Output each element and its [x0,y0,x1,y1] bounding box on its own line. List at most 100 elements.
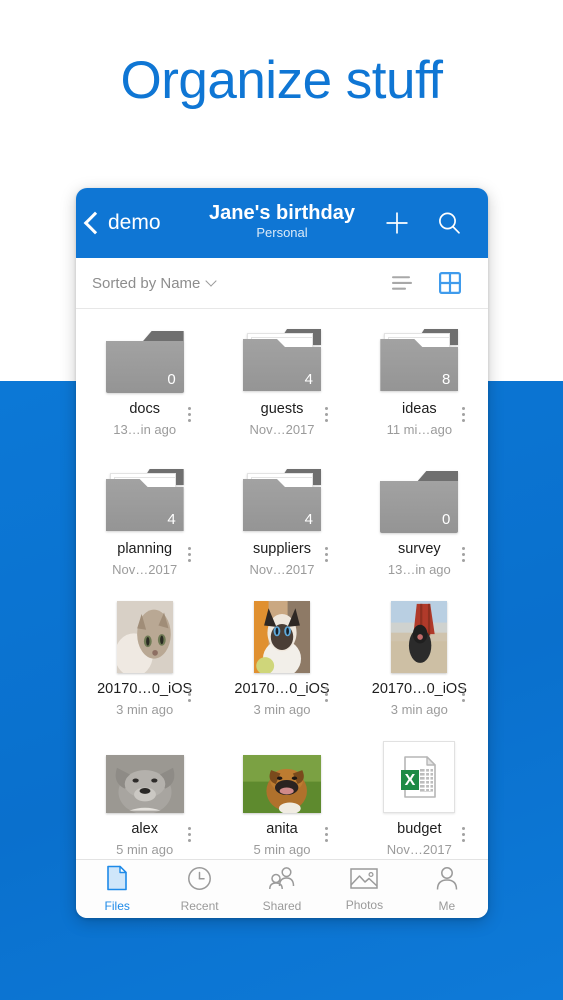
item-thumbnail: 0 [380,455,459,533]
item-date: 13…in ago [113,422,177,437]
person-icon [435,866,459,896]
kebab-menu-icon[interactable] [181,401,197,427]
grid-item-photo-wide[interactable]: alex 5 min ago [76,735,213,859]
item-date: 3 min ago [390,702,448,717]
folder-icon: 0 [380,469,459,533]
svg-text:X: X [405,772,416,789]
folder-item-count: 8 [441,371,451,388]
item-date: Nov…2017 [386,842,452,857]
folder-icon: 8 [380,329,459,393]
item-name: 20170…0_iOS [371,681,467,697]
kebab-menu-icon[interactable] [181,541,197,567]
grid-item-photo[interactable]: 20170…0_iOS 3 min ago [351,595,488,735]
item-name: anita [266,821,298,837]
folder-item-count: 4 [304,511,313,528]
folder-body: 0 [105,341,184,393]
item-date: 5 min ago [253,842,311,857]
tab-label: Recent [180,898,219,913]
header-actions [384,210,462,236]
back-button-label: demo [108,211,161,234]
tab-label: Me [438,898,456,913]
kebab-menu-icon[interactable] [456,681,472,707]
kebab-menu-icon[interactable] [319,401,335,427]
grid-item-photo[interactable]: 20170…0_iOS 3 min ago [213,595,350,735]
grid-item-excel[interactable]: Xbudget Nov…2017 [351,735,488,859]
folder-icon: 4 [242,469,321,533]
grid-item-folder[interactable]: 8 ideas 11 mi…ago [351,315,488,455]
sort-dropdown-label: Sorted by Name [92,274,201,292]
item-name: budget [397,821,442,837]
folder-body: 0 [380,481,459,533]
search-icon[interactable] [436,210,462,236]
item-thumbnail [116,595,173,673]
tab-recent[interactable]: Recent [158,866,240,913]
grid-item-folder[interactable]: 4 planning Nov…2017 [76,455,213,595]
grid-row: 20170…0_iOS 3 min ago 20170…0_iOS 3 min ago… [76,595,488,735]
item-name: guests [260,401,304,417]
list-view-icon[interactable] [391,274,413,292]
plus-icon[interactable] [384,210,410,236]
page-title: Organize stuff [120,51,443,110]
item-date: Nov…2017 [249,422,315,437]
excel-file-icon: X [401,756,437,798]
item-name: ideas [401,401,437,417]
tab-label: Photos [345,897,384,912]
item-name: docs [129,401,160,417]
grid-item-folder[interactable]: 0 survey 13…in ago [351,455,488,595]
kebab-menu-icon[interactable] [181,821,197,847]
excel-file-tile: X [383,741,456,813]
kitten-siamese-photo [253,601,310,673]
item-name: survey [397,541,441,557]
clock-icon [187,866,212,896]
view-toggle-group [391,272,461,294]
tab-label: Shared [262,898,302,913]
item-name: planning [117,541,173,557]
grid-item-photo-wide[interactable]: anita 5 min ago [213,735,350,859]
item-thumbnail: 4 [242,455,321,533]
kitten-tabby-photo [116,601,173,673]
grid-item-folder[interactable]: 0 docs 13…in ago [76,315,213,455]
back-button[interactable]: demo [83,188,161,258]
item-date: 3 min ago [253,702,311,717]
folder-body: 4 [242,479,321,531]
item-thumbnail: 0 [105,315,184,393]
item-name: suppliers [252,541,311,557]
grid-view-icon[interactable] [439,272,461,294]
grid-item-photo[interactable]: 20170…0_iOS 3 min ago [76,595,213,735]
kebab-menu-icon[interactable] [319,681,335,707]
folder-icon: 4 [105,469,184,533]
bottom-tab-bar: Files Recent Shared Photos Me [76,859,488,918]
kebab-menu-icon[interactable] [319,541,335,567]
folder-item-count: 0 [441,511,451,528]
kebab-menu-icon[interactable] [456,541,472,567]
folder-body: 8 [380,339,459,391]
item-thumbnail [105,735,184,813]
item-date: 11 mi…ago [386,422,453,437]
tab-shared[interactable]: Shared [241,866,323,913]
item-thumbnail: 4 [242,315,321,393]
grid-item-folder[interactable]: 4 guests Nov…2017 [213,315,350,455]
app-header: demo Jane's birthday Personal [76,188,488,258]
kebab-menu-icon[interactable] [456,821,472,847]
item-thumbnail: 8 [380,315,459,393]
chevron-left-icon [83,211,107,235]
grid-row: 0 docs 13…in ago 4 guests Nov…2017 8 ideas 11 mi… [76,315,488,455]
item-date: Nov…2017 [112,562,178,577]
item-date: 5 min ago [116,842,174,857]
tab-me[interactable]: Me [406,866,488,913]
item-date: Nov…2017 [249,562,315,577]
dog-grey-photo [105,755,184,813]
kebab-menu-icon[interactable] [181,681,197,707]
folder-item-count: 4 [304,371,313,388]
folder-item-count: 0 [167,371,176,388]
kebab-menu-icon[interactable] [456,401,472,427]
tab-files[interactable]: Files [76,865,158,913]
chevron-down-icon [205,275,218,287]
grid-item-folder[interactable]: 4 suppliers Nov…2017 [213,455,350,595]
folder-icon: 4 [242,329,321,393]
kebab-menu-icon[interactable] [319,821,335,847]
sort-dropdown[interactable]: Sorted by Name [92,274,218,292]
tab-photos[interactable]: Photos [323,867,405,912]
dog-swing-photo [391,601,448,673]
photo-landscape-icon [350,867,379,895]
